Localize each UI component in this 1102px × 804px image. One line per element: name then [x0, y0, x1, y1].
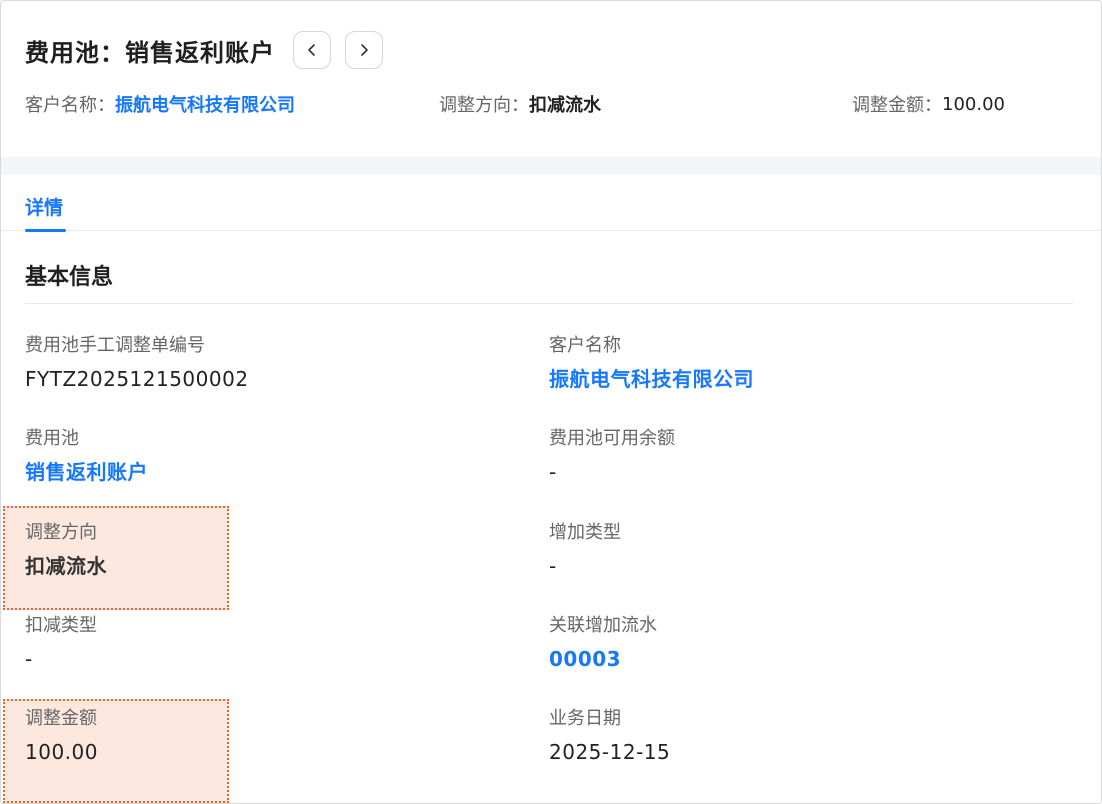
- field-increase-type-value: -: [549, 554, 557, 578]
- section-divider: [25, 303, 1073, 304]
- field-linked-flow: 关联增加流水 00003: [549, 613, 657, 673]
- field-doc-no-label: 费用池手工调整单编号: [25, 335, 205, 356]
- field-direction-value: 扣减流水: [25, 554, 107, 578]
- section-band: [1, 157, 1101, 175]
- summary-direction-label: 调整方向：: [439, 95, 529, 116]
- field-pool-label: 费用池: [25, 428, 79, 449]
- summary-customer-label: 客户名称：: [25, 95, 115, 116]
- field-customer-label: 客户名称: [549, 335, 621, 356]
- summary-amount-label: 调整金额：: [852, 95, 942, 116]
- summary-amount-value: 100.00: [942, 93, 1005, 115]
- page-title: 费用池：销售返利账户: [25, 38, 275, 67]
- field-customer-link[interactable]: 振航电气科技有限公司: [549, 365, 754, 393]
- next-button[interactable]: [345, 31, 383, 69]
- field-pool: 费用池 销售返利账户: [25, 426, 148, 486]
- field-balance-value: -: [549, 460, 557, 484]
- summary-customer-link[interactable]: 振航电气科技有限公司: [115, 91, 295, 117]
- summary-customer: 客户名称： 振航电气科技有限公司: [25, 91, 295, 117]
- summary-amount: 调整金额： 100.00: [852, 91, 1005, 117]
- section-title: 基本信息: [25, 265, 114, 290]
- summary-direction-value: 扣减流水: [529, 95, 601, 116]
- prev-button[interactable]: [293, 31, 331, 69]
- title-row: 费用池：销售返利账户: [25, 31, 383, 69]
- chevron-right-icon: [361, 44, 368, 56]
- field-pool-link[interactable]: 销售返利账户: [25, 458, 148, 486]
- field-deduct-type-value: -: [25, 647, 33, 671]
- field-doc-no: 费用池手工调整单编号 FYTZ2025121500002: [25, 333, 249, 393]
- field-linked-flow-link[interactable]: 00003: [549, 645, 657, 673]
- tab-active-indicator: [25, 229, 66, 232]
- field-amount-label: 调整金额: [25, 708, 97, 729]
- field-amount-value: 100.00: [25, 740, 98, 764]
- field-doc-no-value: FYTZ2025121500002: [25, 367, 249, 391]
- field-deduct-type-label: 扣减类型: [25, 615, 97, 636]
- field-balance-label: 费用池可用余额: [549, 428, 675, 449]
- field-amount: 调整金额 100.00: [25, 706, 98, 766]
- field-direction: 调整方向 扣减流水: [25, 520, 107, 580]
- field-balance: 费用池可用余额 -: [549, 426, 675, 486]
- field-direction-label: 调整方向: [25, 522, 97, 543]
- tab-details[interactable]: 详情: [25, 193, 63, 220]
- field-increase-type: 增加类型 -: [549, 520, 621, 580]
- field-biz-date-value: 2025-12-15: [549, 740, 671, 764]
- field-biz-date: 业务日期 2025-12-15: [549, 706, 670, 766]
- detail-page: 费用池：销售返利账户 客户名称： 振航电气科技有限公司 调整方向： 扣减流水 调…: [0, 0, 1102, 804]
- field-linked-flow-label: 关联增加流水: [549, 615, 657, 636]
- chevron-left-icon: [308, 44, 315, 56]
- summary-direction: 调整方向： 扣减流水: [439, 91, 601, 117]
- field-deduct-type: 扣减类型 -: [25, 613, 97, 673]
- tab-divider: [1, 230, 1101, 231]
- field-biz-date-label: 业务日期: [549, 708, 621, 729]
- field-increase-type-label: 增加类型: [549, 522, 621, 543]
- field-customer: 客户名称 振航电气科技有限公司: [549, 333, 754, 393]
